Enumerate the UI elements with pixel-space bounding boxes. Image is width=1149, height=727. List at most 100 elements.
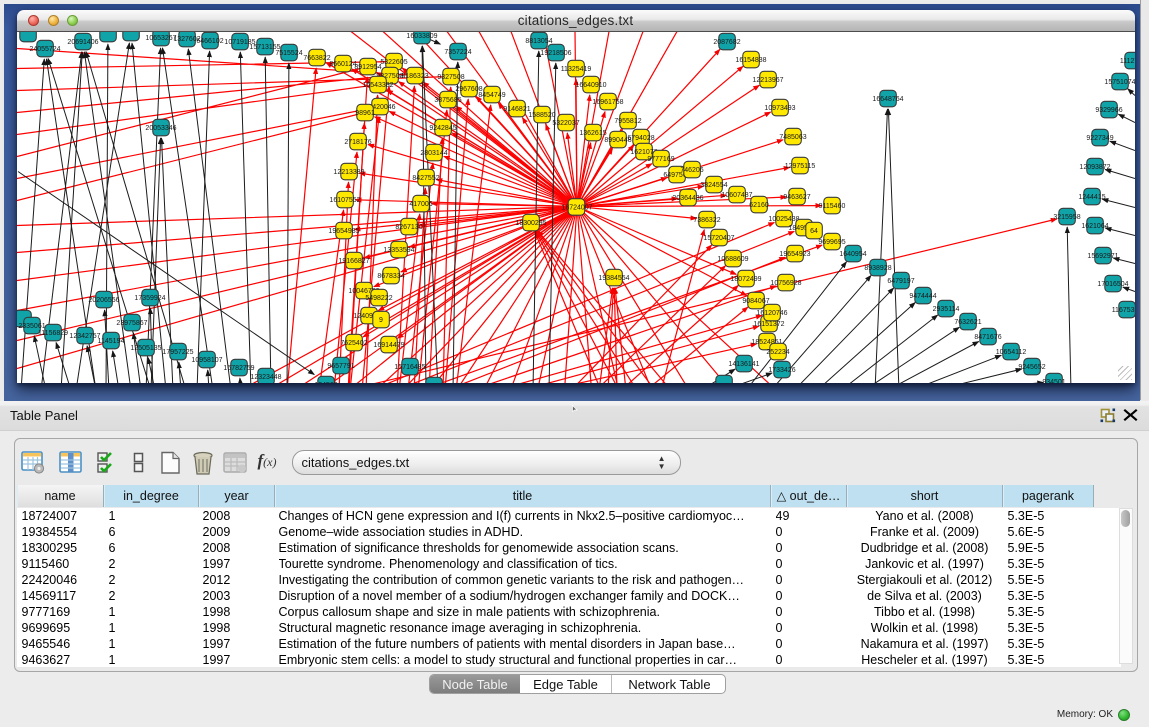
svg-text:15720407: 15720407	[703, 235, 734, 242]
svg-text:64: 64	[810, 228, 818, 235]
svg-text:9327508: 9327508	[437, 74, 464, 81]
svg-text:17016504: 17016504	[1097, 281, 1128, 288]
svg-text:9227349: 9227349	[1086, 135, 1113, 142]
svg-text:10973493: 10973493	[764, 105, 795, 112]
svg-text:9474444: 9474444	[909, 293, 936, 300]
svg-text:19218506: 19218506	[540, 50, 571, 57]
svg-text:16961758: 16961758	[592, 99, 623, 106]
svg-text:18300295: 18300295	[515, 220, 546, 227]
svg-text:1621064: 1621064	[1081, 223, 1108, 230]
svg-text:9084067: 9084067	[742, 298, 769, 305]
svg-text:16782759: 16782759	[223, 365, 254, 372]
svg-text:11675317: 11675317	[1111, 307, 1134, 314]
svg-text:9: 9	[379, 317, 383, 324]
svg-text:15692971: 15692971	[1087, 253, 1118, 260]
svg-text:8912954: 8912954	[354, 64, 381, 71]
svg-text:9242845: 9242845	[429, 125, 456, 132]
svg-text:1640954: 1640954	[839, 251, 866, 258]
svg-text:124563: 124563	[314, 382, 337, 383]
svg-text:19166827: 19166827	[338, 258, 369, 265]
svg-text:16640910: 16640910	[575, 82, 606, 89]
svg-text:7625402: 7625402	[340, 340, 367, 347]
svg-text:16914479: 16914479	[373, 342, 404, 349]
svg-text:16154838: 16154838	[735, 57, 766, 64]
svg-text:1362615: 1362615	[579, 130, 606, 137]
svg-text:7386322: 7386322	[693, 217, 720, 224]
svg-text:8454749: 8454749	[478, 92, 505, 99]
svg-text:2803144: 2803144	[420, 150, 447, 157]
svg-text:934501: 934501	[1042, 379, 1065, 383]
svg-text:18724007: 18724007	[561, 204, 592, 211]
svg-text:3824554: 3824554	[700, 182, 727, 189]
svg-text:12342757: 12342757	[69, 333, 100, 340]
svg-text:16151372: 16151372	[753, 321, 784, 328]
svg-text:15716485: 15716485	[394, 364, 425, 371]
svg-text:8267130: 8267130	[395, 224, 422, 231]
svg-text:10025438: 10025438	[768, 216, 799, 223]
svg-text:10688609: 10688609	[717, 256, 748, 263]
svg-text:11325419: 11325419	[560, 66, 591, 73]
svg-text:9329966: 9329966	[1095, 107, 1122, 114]
svg-text:7515524: 7515524	[275, 50, 302, 57]
svg-text:10958107: 10958107	[191, 357, 222, 364]
svg-text:2718176: 2718176	[344, 139, 371, 146]
svg-text:13353594: 13353594	[383, 247, 414, 254]
svg-text:8813054: 8813054	[525, 38, 552, 45]
svg-text:15751074: 15751074	[1104, 79, 1135, 86]
svg-text:7663822: 7663822	[303, 55, 330, 62]
svg-text:17957225: 17957225	[162, 349, 193, 356]
svg-text:7632621: 7632621	[954, 319, 981, 326]
svg-text:20053346: 20053346	[145, 125, 176, 132]
svg-text:9146821: 9146821	[503, 106, 530, 113]
svg-text:14136141: 14136141	[728, 361, 759, 368]
svg-text:8660124: 8660124	[329, 61, 356, 68]
svg-text:98961: 98961	[355, 110, 375, 117]
svg-text:20364436: 20364436	[672, 195, 703, 202]
svg-text:6466102: 6466102	[196, 38, 223, 45]
svg-text:6794028: 6794028	[627, 135, 654, 142]
svg-text:16543382: 16543382	[362, 82, 393, 89]
svg-text:746206: 746206	[680, 167, 703, 174]
svg-text:10607487: 10607487	[721, 192, 752, 199]
svg-text:12323448: 12323448	[250, 374, 281, 381]
svg-text:6479197: 6479197	[887, 278, 914, 285]
svg-text:9657791: 9657791	[327, 363, 354, 370]
svg-text:7955812: 7955812	[614, 118, 641, 125]
svg-text:1588520: 1588520	[528, 112, 555, 119]
svg-text:1145194: 1145194	[97, 338, 124, 345]
svg-text:12975115: 12975115	[784, 163, 815, 170]
svg-text:8427552: 8427552	[412, 175, 439, 182]
svg-text:19384554: 19384554	[598, 275, 629, 282]
svg-text:252234: 252234	[766, 349, 789, 356]
svg-text:8678334: 8678334	[377, 273, 404, 280]
svg-text:11156829: 11156829	[37, 330, 67, 337]
svg-text:1733426: 1733426	[768, 367, 795, 374]
svg-text:10653267: 10653267	[145, 35, 176, 42]
svg-text:9777169: 9777169	[647, 156, 674, 163]
svg-text:23975867: 23975867	[116, 320, 147, 327]
svg-text:3875685: 3875685	[434, 97, 461, 104]
svg-text:9699695: 9699695	[818, 239, 845, 246]
svg-text:9245652: 9245652	[1018, 364, 1045, 371]
svg-text:2335061: 2335061	[18, 323, 45, 330]
svg-text:18072499: 18072499	[730, 276, 761, 283]
svg-text:7357224: 7357224	[444, 49, 471, 56]
svg-text:5498222: 5498222	[365, 295, 392, 302]
svg-text:8471676: 8471676	[974, 334, 1001, 341]
svg-text:20206556: 20206556	[88, 297, 119, 304]
svg-text:8186323: 8186323	[401, 73, 428, 80]
svg-text:9463627: 9463627	[783, 194, 810, 201]
svg-text:62160: 62160	[749, 202, 769, 209]
svg-text:1244415: 1244415	[1078, 194, 1105, 201]
svg-text:3215958: 3215958	[1053, 214, 1080, 221]
svg-text:12213389: 12213389	[333, 169, 364, 176]
svg-text:8938928: 8938928	[864, 265, 891, 272]
svg-text:24055724: 24055724	[29, 46, 60, 53]
svg-text:16648764: 16648764	[872, 96, 903, 103]
svg-text:17359924: 17359924	[134, 295, 165, 302]
svg-text:10756928: 10756928	[770, 280, 801, 287]
svg-text:12213967: 12213967	[752, 77, 783, 84]
svg-text:1112731: 1112731	[1119, 58, 1134, 65]
svg-text:16107552: 16107552	[329, 197, 360, 204]
svg-text:19654985: 19654985	[328, 228, 359, 235]
